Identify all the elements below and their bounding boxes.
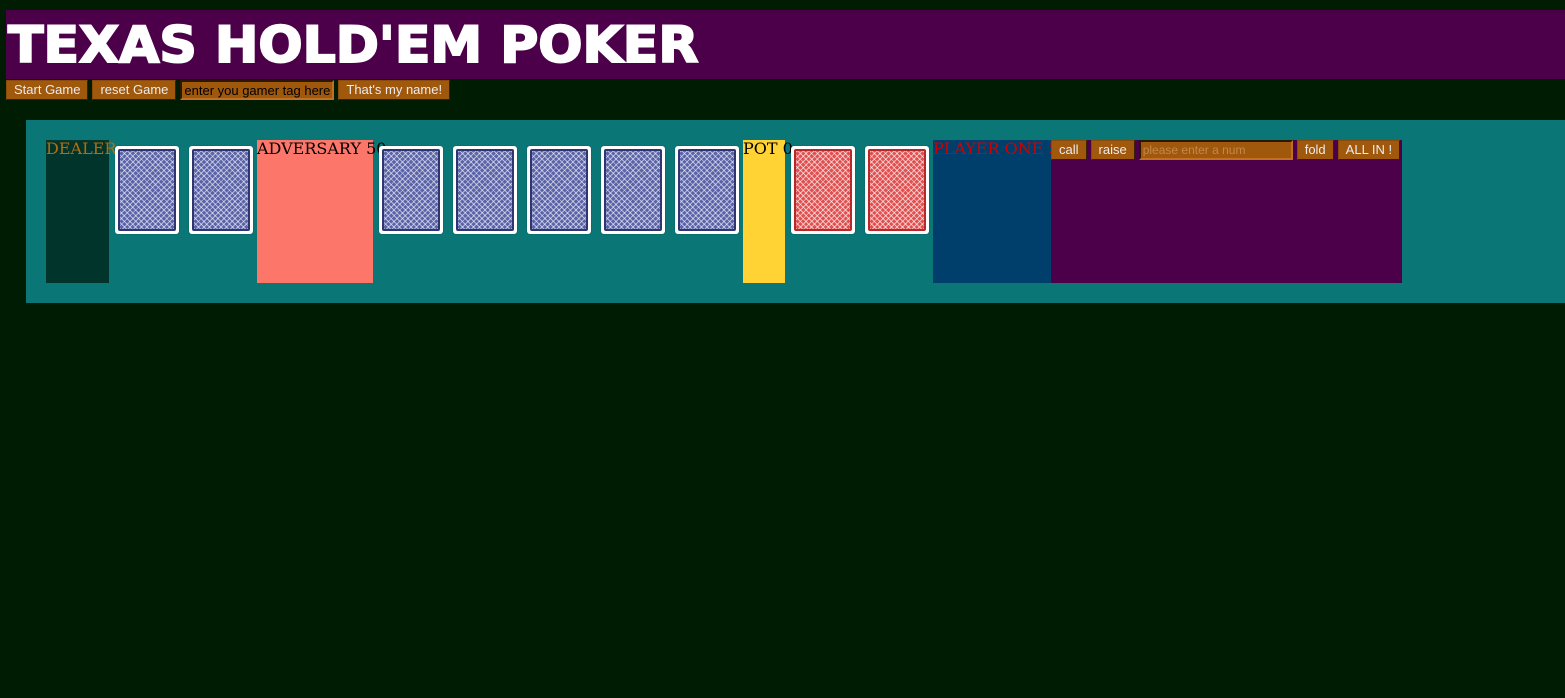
card-back-blue-icon: [192, 149, 250, 231]
pot-box: POT 0: [743, 139, 793, 283]
card-back-blue-icon: [382, 149, 440, 231]
card-back-red-icon: [868, 149, 926, 231]
header-banner: TEXAS HOLD'EM POKER: [6, 10, 1565, 79]
adversary-label: ADVERSARY: [257, 139, 367, 158]
community-card-3: [527, 146, 591, 234]
adversary-card-1: [115, 146, 179, 234]
player-card-1: [791, 146, 855, 234]
poker-table: DEALER ADVERSARY 50 POT 0 PLAYER ONE 50: [26, 120, 1565, 303]
dealer-box: DEALER: [46, 140, 116, 283]
pot-label: POT: [743, 139, 783, 158]
player-actions-panel: call raise fold ALL IN !: [1051, 140, 1402, 283]
community-card-1: [379, 146, 443, 234]
player-card-2: [865, 146, 929, 234]
player-label: PLAYER ONE: [933, 139, 1049, 158]
adversary-box: ADVERSARY 50: [257, 139, 386, 283]
adversary-card-2: [189, 146, 253, 234]
community-card-4: [601, 146, 665, 234]
game-controls: Start Game reset Game That's my name!: [6, 80, 451, 100]
card-back-blue-icon: [604, 149, 662, 231]
card-back-blue-icon: [118, 149, 176, 231]
card-back-blue-icon: [530, 149, 588, 231]
raise-amount-input[interactable]: [1138, 140, 1293, 160]
card-back-blue-icon: [678, 149, 736, 231]
community-card-5: [675, 146, 739, 234]
start-game-button[interactable]: Start Game: [6, 80, 89, 100]
action-buttons-row: call raise fold ALL IN !: [1051, 140, 1401, 160]
confirm-name-button[interactable]: That's my name!: [338, 80, 451, 100]
page-title: TEXAS HOLD'EM POKER: [7, 15, 699, 75]
dealer-label: DEALER: [46, 139, 117, 158]
card-back-blue-icon: [456, 149, 514, 231]
player-box: PLAYER ONE 50: [933, 139, 1069, 283]
community-card-2: [453, 146, 517, 234]
card-back-red-icon: [794, 149, 852, 231]
reset-game-button[interactable]: reset Game: [92, 80, 177, 100]
call-button[interactable]: call: [1051, 140, 1087, 160]
gamer-tag-input[interactable]: [180, 80, 335, 100]
all-in-button[interactable]: ALL IN !: [1337, 140, 1401, 160]
fold-button[interactable]: fold: [1296, 140, 1334, 160]
raise-button[interactable]: raise: [1090, 140, 1135, 160]
